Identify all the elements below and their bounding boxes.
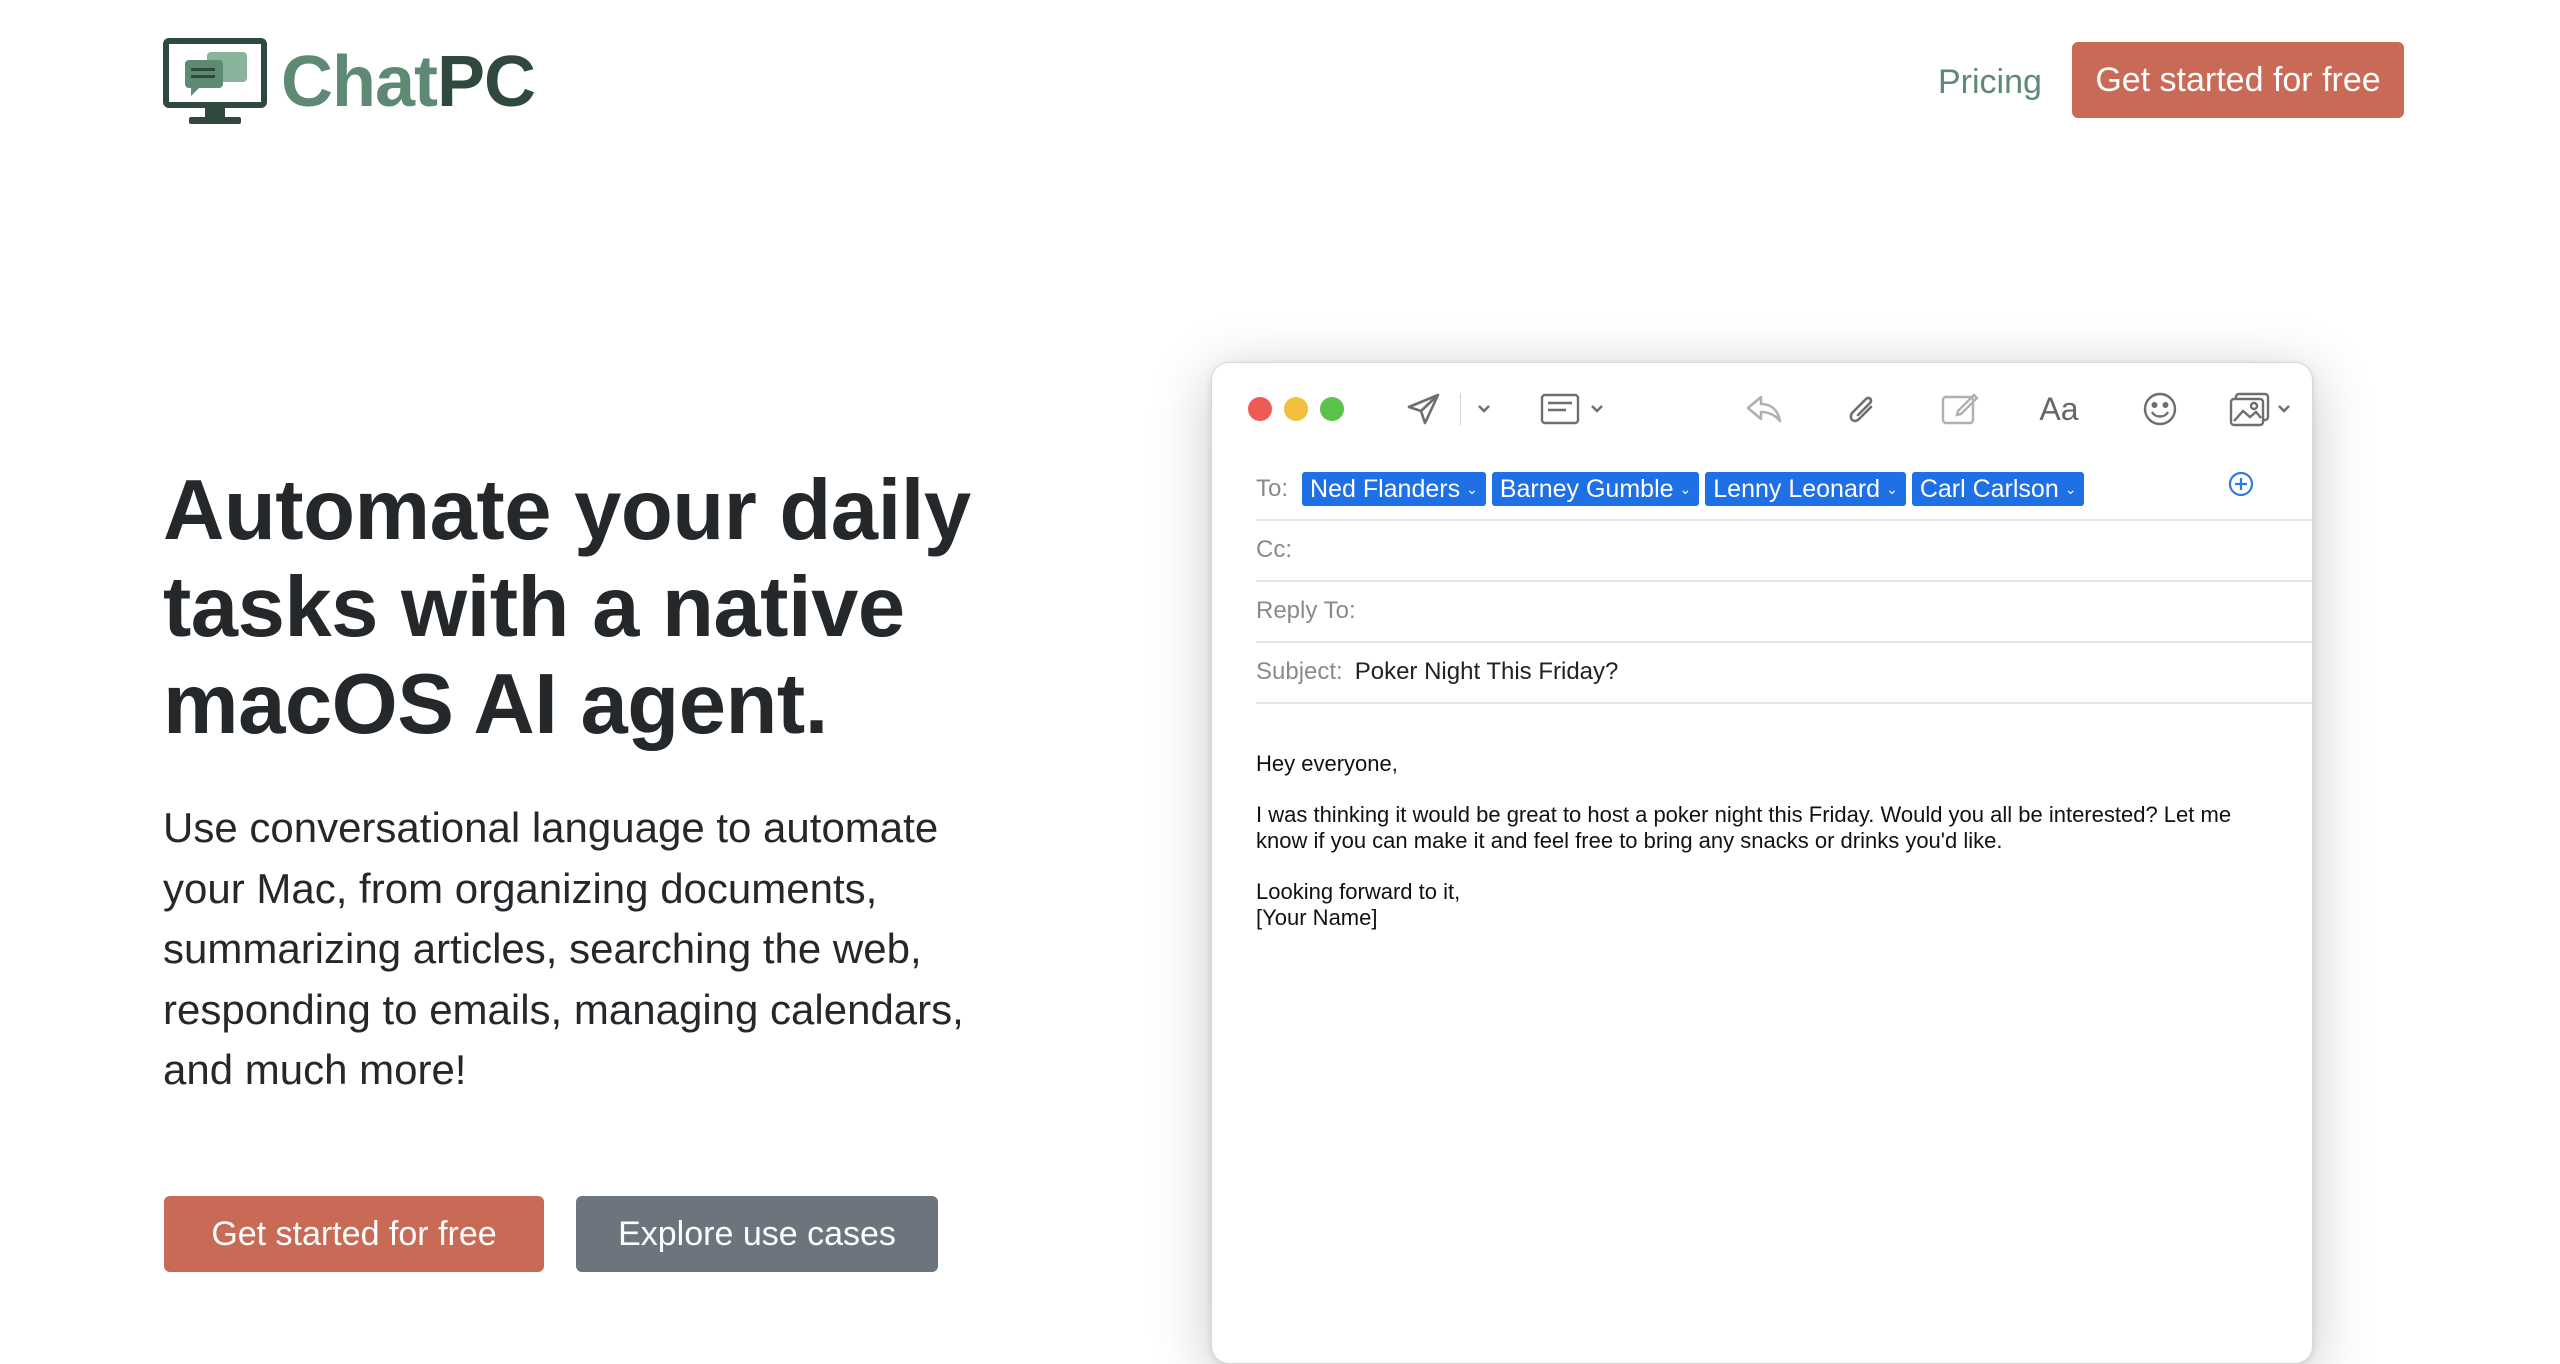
- brand-logo[interactable]: ChatPC: [163, 38, 536, 126]
- send-icon[interactable]: [1402, 385, 1446, 433]
- attachment-icon[interactable]: [1840, 385, 1884, 433]
- subject-field[interactable]: Subject: Poker Night This Friday?: [1256, 642, 2312, 704]
- message-paragraph: I was thinking it would be great to host…: [1256, 802, 2232, 853]
- recipient-list: Ned Flanders ⌄ Barney Gumble ⌄ Lenny Leona…: [1302, 472, 2090, 506]
- reply-to-field[interactable]: Reply To:: [1256, 581, 2312, 643]
- monitor-chat-icon: [163, 38, 267, 124]
- recipient-chip[interactable]: Barney Gumble ⌄: [1491, 472, 1700, 506]
- message-closing: Looking forward to it,: [1256, 879, 1461, 904]
- zoom-window-button[interactable]: [1320, 397, 1344, 421]
- recipient-name: Carl Carlson: [1919, 475, 2059, 503]
- hero-get-started-button[interactable]: Get started for free: [164, 1196, 544, 1272]
- cc-label: Cc:: [1256, 536, 1292, 563]
- subject-label: Subject:: [1256, 658, 1343, 685]
- to-label: To:: [1256, 475, 1289, 502]
- minimize-window-button[interactable]: [1284, 397, 1308, 421]
- message-signature: [Your Name]: [1256, 905, 1378, 930]
- nav-pricing-link[interactable]: Pricing: [1938, 58, 2042, 106]
- brand-name-chat: Chat: [281, 42, 438, 122]
- recipient-name: Barney Gumble: [1499, 475, 1674, 503]
- photo-browser-icon[interactable]: [2226, 385, 2296, 433]
- recipient-name: Lenny Leonard: [1713, 475, 1881, 503]
- mail-toolbar: Aa: [1212, 363, 2312, 459]
- subject-value[interactable]: Poker Night This Friday?: [1355, 658, 1619, 686]
- mail-compose-window: Aa To: Ned Flanders ⌄ Barney Gumble ⌄ Lenn…: [1211, 362, 2313, 1364]
- add-recipient-icon[interactable]: [2228, 471, 2254, 497]
- brand-name: ChatPC: [281, 46, 536, 118]
- explore-use-cases-button[interactable]: Explore use cases: [576, 1196, 938, 1272]
- recipient-chip[interactable]: Lenny Leonard ⌄: [1705, 472, 1906, 506]
- recipient-chip[interactable]: Carl Carlson ⌄: [1911, 472, 2085, 506]
- chevron-down-icon: ⌄: [1466, 481, 1478, 497]
- chevron-down-icon: ⌄: [1886, 481, 1898, 497]
- hero-title: Automate your daily tasks with a native …: [163, 463, 971, 752]
- font-icon[interactable]: Aa: [2034, 385, 2084, 433]
- header-get-started-button[interactable]: Get started for free: [2072, 42, 2404, 118]
- chevron-down-icon: ⌄: [2064, 481, 2077, 497]
- brand-name-pc: PC: [437, 42, 536, 122]
- to-field[interactable]: To: Ned Flanders ⌄ Barney Gumble ⌄ Lenny L…: [1256, 459, 2312, 521]
- message-body[interactable]: Hey everyone, I was thinking it would be…: [1256, 751, 2266, 931]
- markup-icon[interactable]: [1938, 385, 1982, 433]
- message-greeting: Hey everyone,: [1256, 751, 1398, 776]
- emoji-icon[interactable]: [2138, 385, 2182, 433]
- cc-field[interactable]: Cc:: [1256, 520, 2312, 582]
- recipient-name: Ned Flanders: [1310, 475, 1461, 503]
- close-window-button[interactable]: [1248, 397, 1272, 421]
- recipient-chip[interactable]: Ned Flanders ⌄: [1302, 472, 1486, 506]
- chevron-down-icon: ⌄: [1679, 481, 1692, 497]
- reply-icon[interactable]: [1742, 385, 1786, 433]
- header-fields-icon[interactable]: [1540, 385, 1612, 433]
- hero-description: Use conversational language to automate …: [163, 804, 964, 1093]
- chevron-down-icon[interactable]: [1474, 385, 1494, 433]
- toolbar-separator: [1460, 393, 1461, 425]
- reply-to-label: Reply To:: [1256, 597, 1356, 624]
